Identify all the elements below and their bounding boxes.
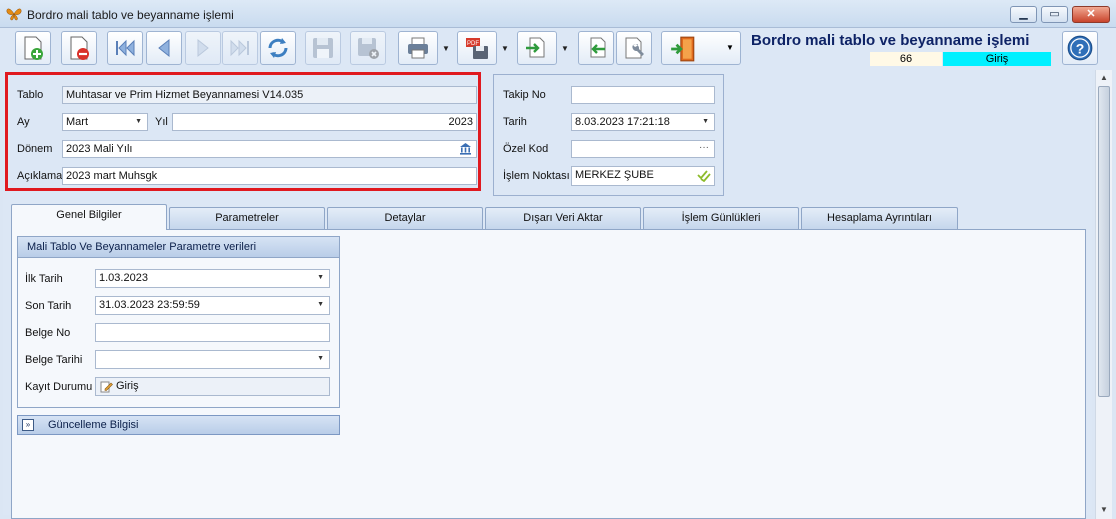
tab-hesaplama-ayrintilari[interactable]: Hesaplama Ayrıntıları — [801, 207, 958, 229]
tarih-field[interactable]: 8.03.2023 17:21:18 ▼ — [571, 113, 715, 131]
previous-icon — [158, 38, 170, 58]
tarih-label: Tarih — [503, 116, 527, 128]
scroll-up-icon[interactable]: ▲ — [1096, 71, 1112, 85]
first-icon — [116, 39, 135, 57]
printer-icon — [408, 37, 428, 59]
mode-badge: Giriş — [943, 52, 1051, 66]
tab-genel-bilgiler[interactable]: Genel Bilgiler — [11, 204, 167, 230]
minimize-icon: ▁ — [1019, 8, 1028, 20]
kayit-durumu-field: Giriş — [95, 377, 330, 396]
son-tarih-field[interactable]: 31.03.2023 23:59:59 ▼ — [95, 296, 330, 315]
help-button[interactable]: ? — [1062, 31, 1098, 65]
import-dropdown[interactable]: ▼ — [557, 31, 573, 65]
save-icon — [313, 38, 333, 58]
new-record-button[interactable] — [15, 31, 51, 65]
belge-no-field[interactable] — [95, 323, 330, 342]
edit-pencil-icon — [100, 380, 113, 395]
scroll-down-icon[interactable]: ▼ — [1096, 503, 1112, 517]
dropdown-arrow-icon: ▼ — [561, 43, 569, 53]
belge-no-label: Belge No — [25, 327, 71, 339]
last-icon — [230, 39, 249, 57]
window-title: Bordro mali tablo ve beyanname işlemi — [27, 8, 234, 22]
import-icon — [526, 37, 545, 58]
form-title: Bordro mali tablo ve beyanname işlemi — [751, 32, 1030, 49]
update-info-group[interactable]: » Güncelleme Bilgisi — [17, 415, 340, 435]
transfer-back-icon — [590, 37, 606, 58]
refresh-icon — [268, 38, 288, 58]
transfer-button[interactable] — [578, 31, 614, 65]
delete-record-button[interactable] — [61, 31, 97, 65]
maximize-button[interactable]: ▭ — [1041, 6, 1068, 23]
dropdown-arrow-icon: ▼ — [442, 43, 450, 53]
maximize-icon: ▭ — [1049, 8, 1060, 20]
dropdown-arrow-icon: ▼ — [317, 301, 324, 308]
ozel-kod-field[interactable]: ··· — [571, 140, 715, 158]
tab-islem-gunlukleri[interactable]: İşlem Günlükleri — [643, 207, 799, 229]
vertical-scrollbar[interactable]: ▲ ▼ — [1095, 70, 1112, 519]
import-button[interactable] — [517, 31, 557, 65]
svg-text:?: ? — [1076, 40, 1085, 56]
toolbar: ▼ PDF ▼ ▼ ▼ Bordro mali tablo ve beyanna… — [0, 28, 1116, 70]
son-tarih-label: Son Tarih — [25, 300, 72, 312]
minimize-button[interactable]: ▁ — [1010, 6, 1037, 23]
dropdown-arrow-icon: ▼ — [702, 118, 709, 125]
cancel-button[interactable] — [350, 31, 386, 65]
ilk-tarih-label: İlk Tarih — [25, 273, 63, 285]
previous-record-button[interactable] — [146, 31, 182, 65]
dropdown-arrow-icon: ▼ — [501, 43, 509, 53]
parameter-group-title: Mali Tablo Ve Beyannameler Parametre ver… — [18, 237, 339, 258]
export-pdf-button[interactable]: PDF — [457, 31, 497, 65]
close-button[interactable]: ✕ — [1072, 6, 1110, 23]
dropdown-arrow-icon: ▼ — [317, 274, 324, 281]
first-record-button[interactable] — [107, 31, 143, 65]
update-info-title: Güncelleme Bilgisi — [48, 419, 139, 431]
next-icon — [197, 38, 209, 58]
next-record-button[interactable] — [185, 31, 221, 65]
print-dropdown[interactable]: ▼ — [438, 31, 454, 65]
islem-noktasi-label: İşlem Noktası — [503, 170, 570, 182]
close-icon: ✕ — [1086, 8, 1096, 20]
delete-document-icon — [70, 36, 89, 60]
exit-button[interactable]: ▼ — [661, 31, 741, 65]
exit-door-icon — [671, 36, 695, 62]
refresh-button[interactable] — [260, 31, 296, 65]
print-button[interactable] — [398, 31, 438, 65]
window-titlebar: Bordro mali tablo ve beyanname işlemi ▁ … — [0, 0, 1116, 28]
tarih-value: 8.03.2023 17:21:18 — [575, 116, 670, 128]
butterfly-icon — [6, 7, 22, 21]
tab-parametreler[interactable]: Parametreler — [169, 207, 325, 229]
pdf-icon: PDF — [466, 38, 488, 59]
save-button[interactable] — [305, 31, 341, 65]
belge-tarihi-label: Belge Tarihi — [25, 354, 83, 366]
ellipsis-icon[interactable]: ··· — [699, 141, 709, 156]
takip-no-label: Takip No — [503, 89, 546, 101]
ilk-tarih-value: 1.03.2023 — [99, 272, 148, 284]
son-tarih-value: 31.03.2023 23:59:59 — [99, 299, 200, 311]
islem-noktasi-field[interactable]: MERKEZ ŞUBE — [571, 166, 715, 186]
new-document-icon — [24, 36, 43, 60]
kayit-durumu-label: Kayıt Durumu — [25, 381, 93, 393]
double-check-icon[interactable] — [697, 169, 711, 185]
dropdown-arrow-icon: ▼ — [317, 355, 324, 362]
pdf-dropdown[interactable]: ▼ — [497, 31, 513, 65]
ozel-kod-label: Özel Kod — [503, 143, 549, 155]
expand-icon[interactable]: » — [22, 419, 34, 431]
takip-no-field[interactable] — [571, 86, 715, 104]
wrench-document-icon — [625, 37, 644, 59]
tab-detaylar[interactable]: Detaylar — [327, 207, 483, 229]
last-record-button[interactable] — [222, 31, 258, 65]
tab-disari-veri-aktar[interactable]: Dışarı Veri Aktar — [485, 207, 641, 229]
highlight-frame — [5, 72, 481, 191]
dropdown-arrow-icon: ▼ — [726, 43, 734, 52]
islem-noktasi-value: MERKEZ ŞUBE — [575, 169, 654, 181]
help-icon: ? — [1067, 35, 1093, 61]
settings-button[interactable] — [616, 31, 652, 65]
ilk-tarih-field[interactable]: 1.03.2023 ▼ — [95, 269, 330, 288]
record-count: 66 — [870, 52, 942, 66]
belge-tarihi-field[interactable]: ▼ — [95, 350, 330, 369]
cancel-save-icon — [358, 38, 379, 59]
scroll-thumb[interactable] — [1098, 86, 1110, 397]
